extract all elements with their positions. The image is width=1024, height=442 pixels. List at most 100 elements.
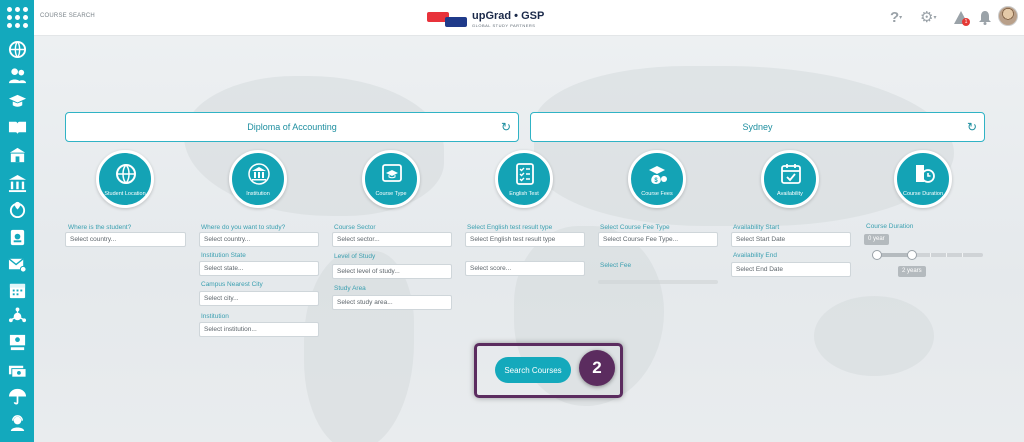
institution-label: Institution (201, 313, 229, 320)
presentation-icon[interactable] (8, 333, 27, 352)
student-location-label: Where is the student? (68, 224, 132, 231)
logo-mark-blue (445, 17, 467, 27)
notifications-button[interactable] (978, 10, 992, 26)
student-country-select[interactable]: Select country... (65, 232, 186, 247)
english-test-type-label: Select English test result type (467, 224, 553, 231)
location-search-value: Sydney (742, 122, 773, 132)
graduation-cap-icon[interactable] (8, 92, 27, 111)
category-course-fees[interactable]: $ Course Fees (628, 150, 686, 208)
duration-min-label: 0 year (864, 234, 889, 245)
clock-book-icon (916, 165, 935, 183)
institution-select[interactable]: Select institution... (199, 322, 319, 337)
course-fee-type-label: Select Course Fee Type (600, 224, 670, 231)
duration-max-label: 2 years (898, 266, 926, 277)
course-search-input[interactable]: Diploma of Accounting ↻ (65, 112, 519, 142)
slider-tick (962, 253, 963, 257)
avatar[interactable] (998, 6, 1018, 26)
category-label: Course Type (375, 191, 407, 197)
category-course-duration[interactable]: Course Duration (894, 150, 952, 208)
alerts-button[interactable]: 1 (953, 10, 973, 26)
book-open-icon[interactable] (8, 118, 27, 137)
institution-state-label: Institution State (201, 252, 246, 259)
course-sector-label: Course Sector (334, 224, 376, 231)
slider-tick (930, 253, 931, 257)
category-label: Student Location (104, 191, 146, 197)
level-of-study-label: Level of Study (334, 253, 376, 260)
campus-city-label: Campus Nearest City (201, 281, 263, 288)
course-duration-label: Course Duration (866, 223, 914, 230)
institution-state-select[interactable]: Select state... (199, 261, 319, 276)
school-icon[interactable] (8, 146, 27, 165)
category-label: Availability (777, 191, 803, 197)
select-fee-label: Select Fee (600, 262, 632, 269)
world-map-background (304, 251, 414, 442)
calendar-icon (781, 164, 801, 184)
refresh-icon[interactable]: ↻ (967, 120, 977, 134)
bank-icon[interactable] (8, 174, 27, 193)
network-icon[interactable] (8, 307, 27, 326)
logo-subtitle: GLOBAL STUDY PARTNERS (472, 23, 536, 28)
logo-brand: upGrad • GSP (472, 10, 545, 22)
users-icon[interactable] (8, 66, 27, 85)
chevron-down-icon: ▾ (933, 15, 937, 22)
globe-pin-icon[interactable] (8, 200, 27, 219)
step-number-badge: 2 (579, 350, 615, 386)
globe-icon (116, 164, 136, 184)
slider-tick (946, 253, 947, 257)
money-bag-icon: $ (649, 166, 667, 184)
page-title: COURSE SEARCH (40, 13, 95, 19)
money-icon[interactable] (8, 361, 27, 380)
search-courses-button[interactable]: Search Courses (495, 357, 571, 383)
gear-icon: ⚙ (920, 9, 934, 26)
graduation-cap-icon (382, 164, 402, 182)
english-score-select[interactable]: Select score... (465, 261, 585, 276)
category-student-location[interactable]: Student Location (96, 150, 154, 208)
globe-icon[interactable] (8, 40, 27, 59)
settings-menu[interactable]: ⚙▾ (920, 10, 936, 26)
category-english-test[interactable]: English Test (495, 150, 553, 208)
category-availability[interactable]: Availability (761, 150, 819, 208)
apps-grid-icon[interactable] (6, 6, 29, 29)
notification-badge: 1 (962, 18, 970, 26)
checklist-icon (516, 163, 534, 185)
world-map-background (534, 66, 954, 226)
category-label: Course Fees (641, 191, 673, 197)
mail-icon[interactable] (8, 255, 27, 274)
help-icon: ? (890, 9, 900, 26)
availability-start-label: Availability Start (733, 224, 780, 231)
location-search-input[interactable]: Sydney ↻ (530, 112, 985, 142)
fee-slider[interactable] (598, 280, 718, 284)
availability-start-select[interactable]: Select Start Date (731, 232, 851, 247)
study-area-label: Study Area (334, 285, 366, 292)
course-fee-type-select[interactable]: Select Course Fee Type... (598, 232, 718, 247)
category-institution[interactable]: Institution (229, 150, 287, 208)
world-map-background (814, 296, 934, 376)
course-search-value: Diploma of Accounting (247, 122, 337, 132)
course-sector-select[interactable]: Select sector... (332, 232, 452, 247)
course-search-panel: Diploma of Accounting ↻ Sydney ↻ Student… (34, 36, 1024, 442)
calendar-icon[interactable] (8, 281, 27, 300)
refresh-icon[interactable]: ↻ (501, 120, 511, 134)
english-test-type-select[interactable]: Select English test result type (465, 232, 585, 247)
study-country-select[interactable]: Select country... (199, 232, 319, 247)
campus-city-select[interactable]: Select city... (199, 291, 319, 306)
logo[interactable]: upGrad • GSP GLOBAL STUDY PARTNERS (427, 8, 557, 30)
duration-min-handle[interactable] (872, 250, 882, 260)
availability-end-select[interactable]: Select End Date (731, 262, 851, 277)
umbrella-icon[interactable] (8, 387, 27, 406)
bank-icon (248, 163, 270, 185)
bell-icon (979, 11, 991, 25)
duration-max-handle[interactable] (907, 250, 917, 260)
study-area-select[interactable]: Select study area... (332, 295, 452, 310)
category-label: English Test (509, 191, 539, 197)
chevron-down-icon: ▾ (899, 15, 903, 22)
id-card-icon[interactable] (8, 228, 27, 247)
category-course-type[interactable]: Course Type (362, 150, 420, 208)
top-header: COURSE SEARCH upGrad • GSP GLOBAL STUDY … (34, 0, 1024, 36)
help-menu[interactable]: ?▾ (890, 10, 902, 26)
study-country-label: Where do you want to study? (201, 224, 286, 231)
level-of-study-select[interactable]: Select level of study... (332, 264, 452, 279)
support-icon[interactable] (8, 413, 27, 432)
sidebar (0, 0, 34, 442)
category-label: Course Duration (902, 191, 944, 197)
